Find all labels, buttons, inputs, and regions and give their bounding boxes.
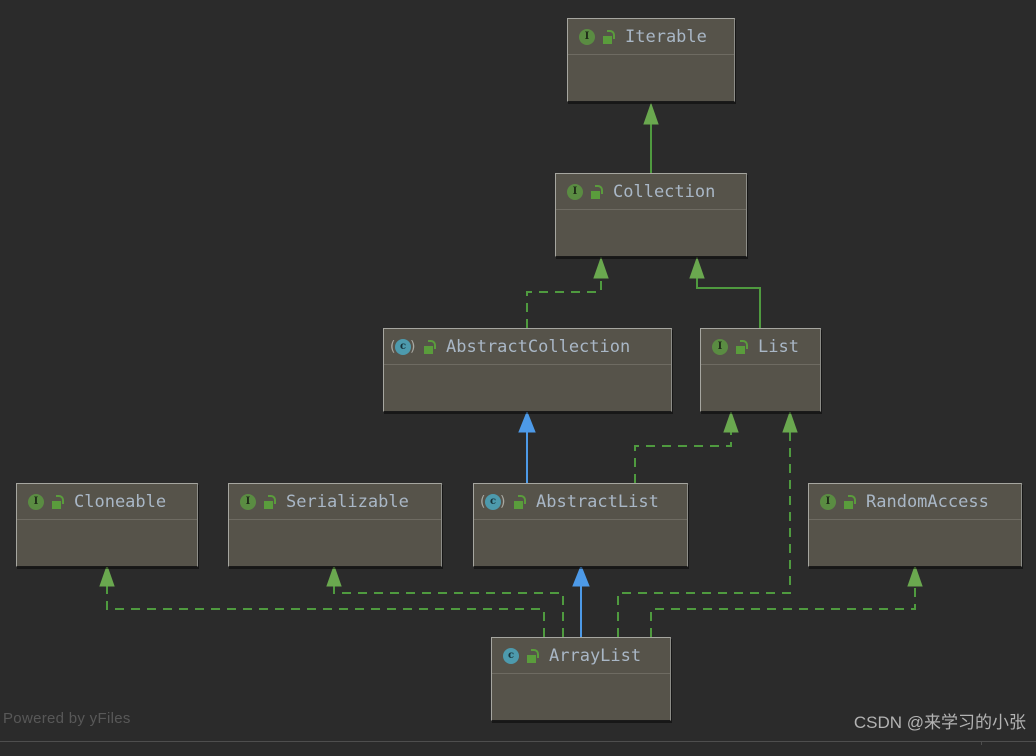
uml-node-title: Collection [613, 181, 716, 202]
uml-node-arraylist[interactable]: c ArrayList [491, 637, 671, 721]
bottom-divider [0, 741, 1036, 742]
uml-node-title: RandomAccess [866, 491, 989, 512]
uml-node-cloneable[interactable]: I Cloneable [16, 483, 198, 567]
unlocked-lock-icon [262, 494, 276, 510]
unlocked-lock-icon [422, 339, 436, 355]
bottom-divider-tick [981, 741, 982, 745]
uml-node-members [568, 55, 734, 137]
uml-node-members [556, 210, 746, 292]
uml-node-header: I RandomAccess [809, 484, 1021, 520]
uml-node-members [492, 674, 670, 756]
uml-node-header: I Cloneable [17, 484, 197, 520]
csdn-watermark: CSDN @来学习的小张 [853, 713, 1026, 732]
uml-diagram-canvas: I Iterable I Collection ( c ) AbstractCo… [0, 0, 1036, 745]
uml-node-title: AbstractList [536, 491, 659, 512]
uml-node-title: ArrayList [549, 645, 642, 666]
uml-node-members [701, 365, 820, 447]
uml-node-list[interactable]: I List [700, 328, 821, 412]
uml-node-title: Serializable [286, 491, 409, 512]
uml-node-iterable[interactable]: I Iterable [567, 18, 735, 102]
uml-node-randomaccess[interactable]: I RandomAccess [808, 483, 1022, 567]
interface-icon: I [578, 28, 596, 46]
uml-node-members [229, 520, 441, 602]
interface-icon: I [711, 338, 729, 356]
unlocked-lock-icon [525, 648, 539, 664]
unlocked-lock-icon [842, 494, 856, 510]
abstract-class-icon: ( c ) [480, 493, 506, 510]
yfiles-credit: Powered by yFiles [3, 710, 131, 727]
uml-node-title: Iterable [625, 26, 707, 47]
unlocked-lock-icon [589, 184, 603, 200]
uml-node-header: ( c ) AbstractCollection [384, 329, 671, 365]
uml-node-abstractcollection[interactable]: ( c ) AbstractCollection [383, 328, 672, 412]
uml-node-header: I List [701, 329, 820, 365]
abstract-class-icon: ( c ) [390, 338, 416, 355]
unlocked-lock-icon [601, 29, 615, 45]
unlocked-lock-icon [50, 494, 64, 510]
uml-node-title: Cloneable [74, 491, 167, 512]
uml-node-title: List [758, 336, 799, 357]
uml-node-members [474, 520, 687, 602]
uml-node-header: I Serializable [229, 484, 441, 520]
interface-icon: I [819, 493, 837, 511]
unlocked-lock-icon [734, 339, 748, 355]
interface-icon: I [27, 493, 45, 511]
uml-node-abstractlist[interactable]: ( c ) AbstractList [473, 483, 688, 567]
uml-node-header: I Iterable [568, 19, 734, 55]
uml-node-members [17, 520, 197, 602]
uml-node-members [809, 520, 1021, 602]
interface-icon: I [566, 183, 584, 201]
uml-node-serializable[interactable]: I Serializable [228, 483, 442, 567]
uml-node-members [384, 365, 671, 447]
uml-node-header: c ArrayList [492, 638, 670, 674]
uml-node-collection[interactable]: I Collection [555, 173, 747, 257]
unlocked-lock-icon [512, 494, 526, 510]
uml-node-header: ( c ) AbstractList [474, 484, 687, 520]
uml-node-header: I Collection [556, 174, 746, 210]
interface-icon: I [239, 493, 257, 511]
class-icon: c [502, 647, 520, 665]
uml-node-title: AbstractCollection [446, 336, 631, 357]
